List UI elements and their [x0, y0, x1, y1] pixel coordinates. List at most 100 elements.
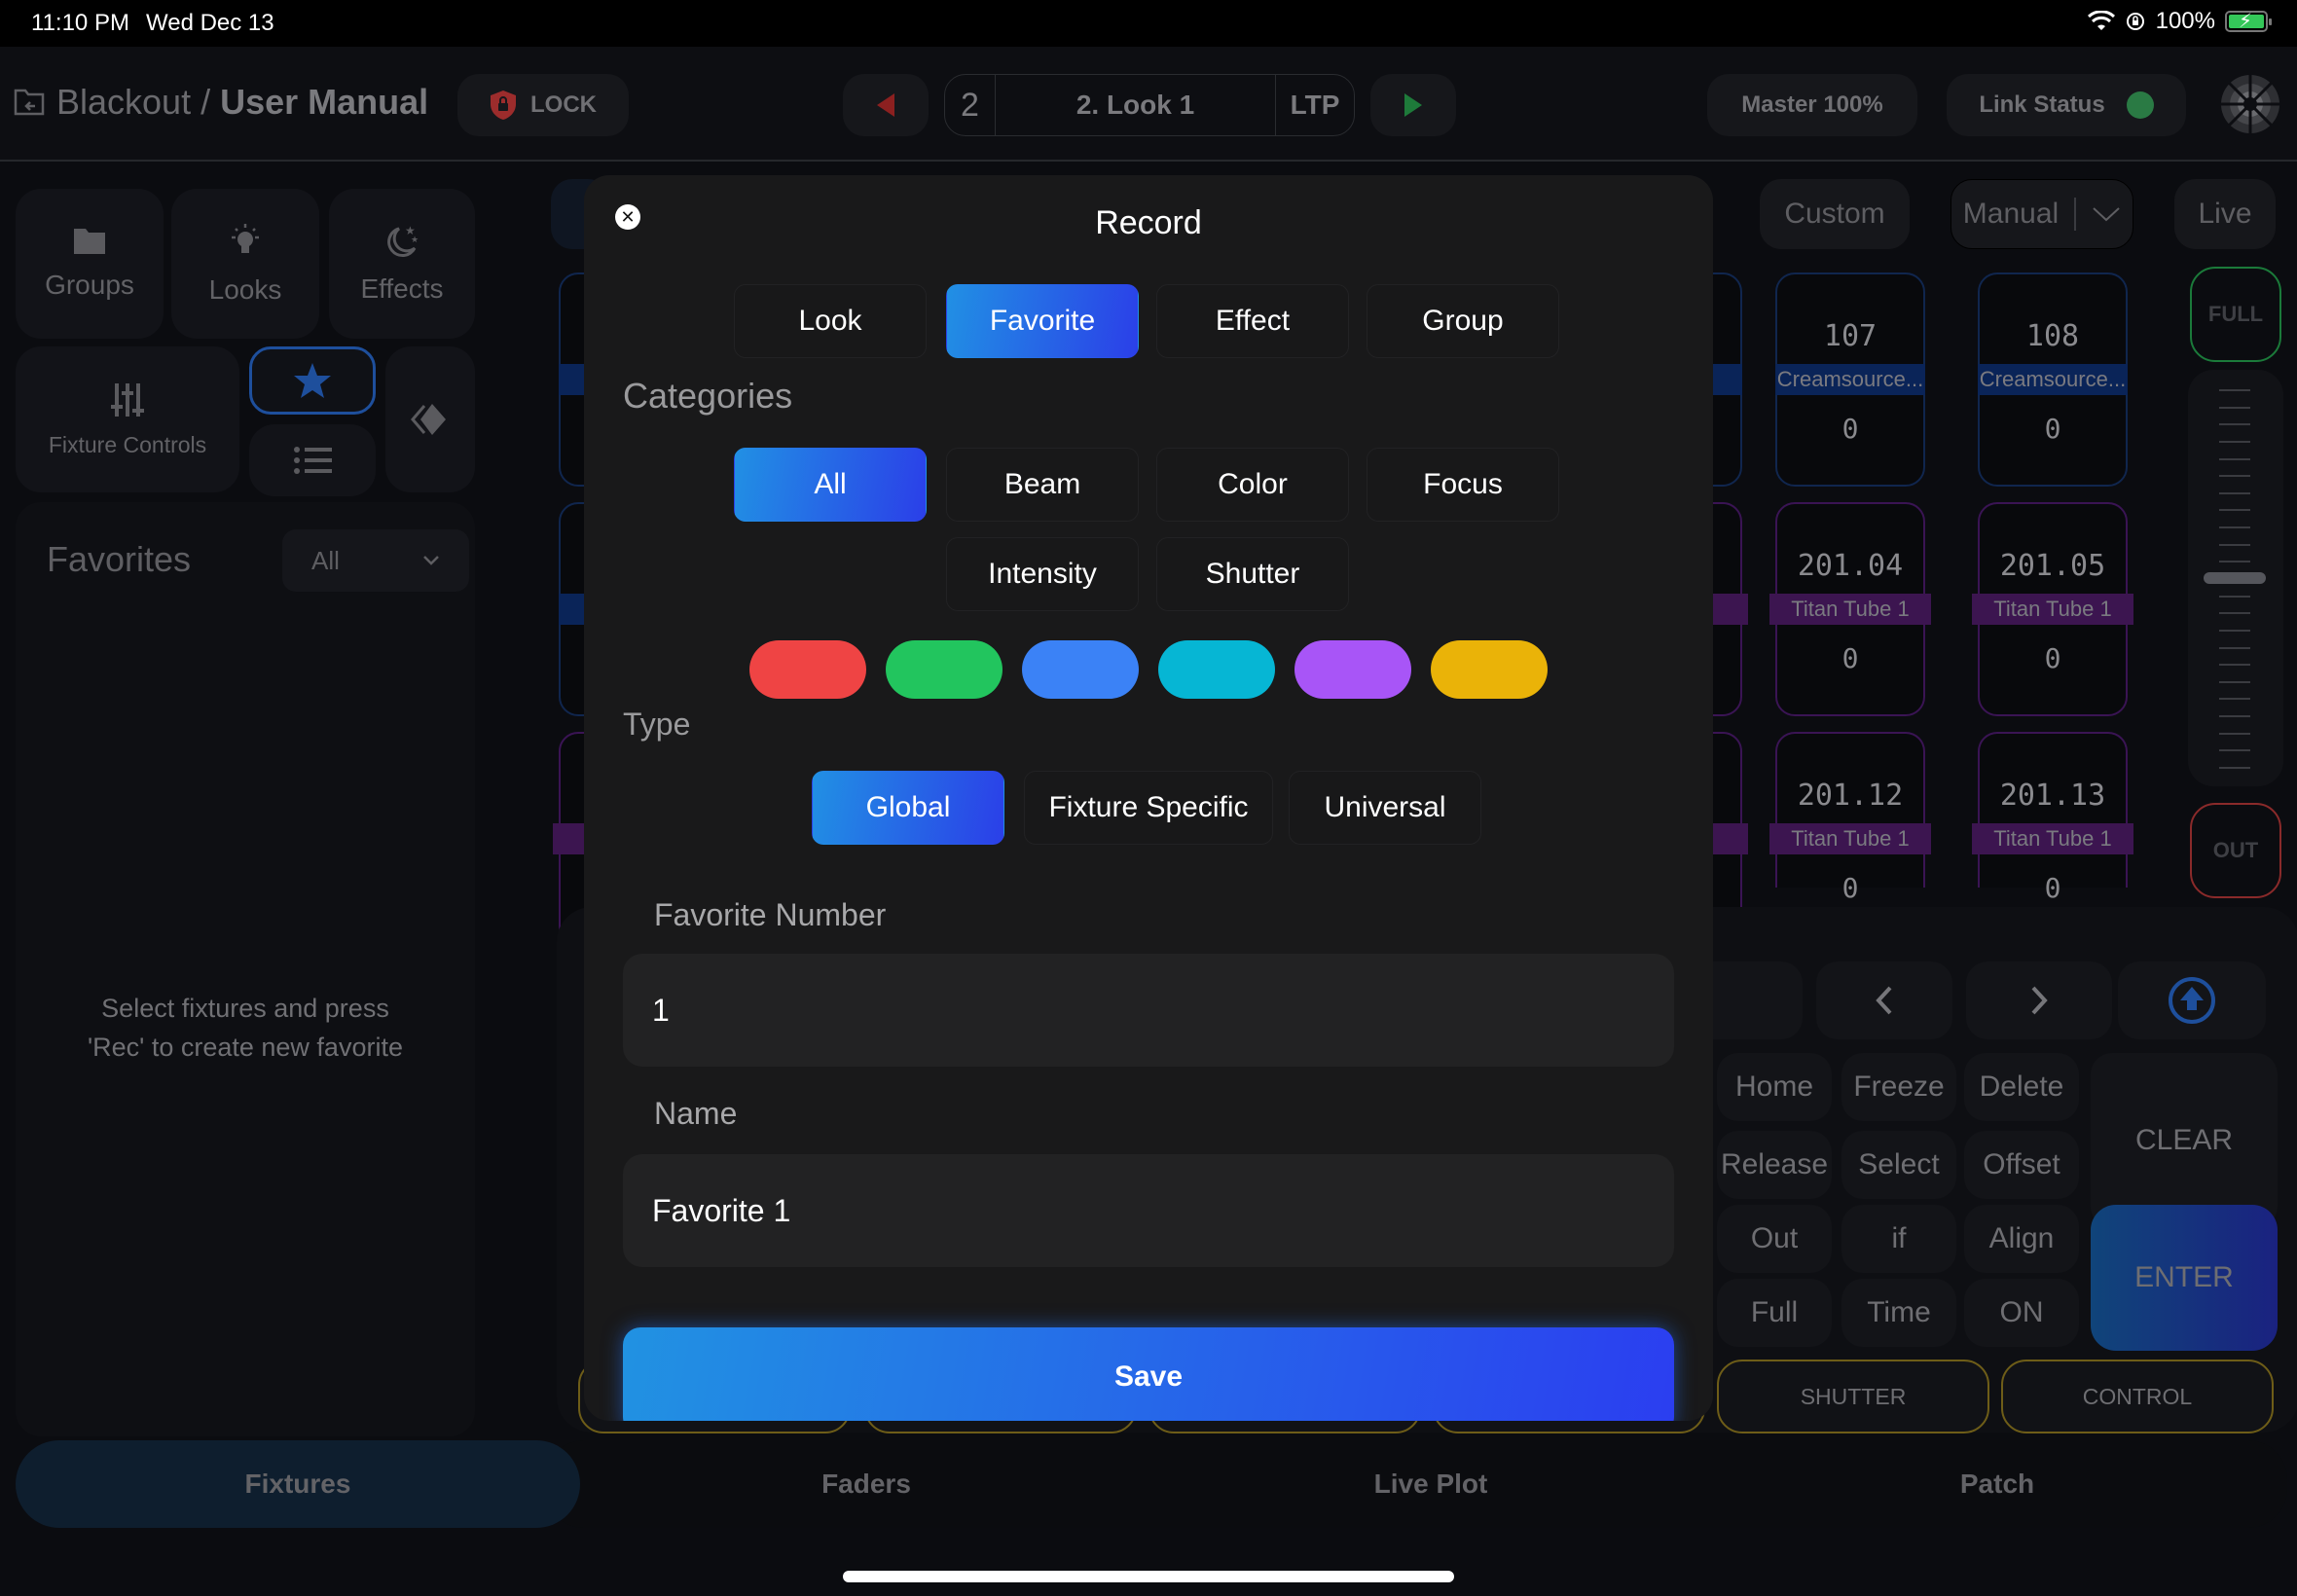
name-input[interactable] — [623, 1154, 1674, 1267]
keypad-up-button[interactable] — [2118, 961, 2266, 1039]
category-intensity-label: Intensity — [988, 558, 1097, 590]
color-swatch[interactable] — [1431, 640, 1548, 699]
tile-looks[interactable]: Looks — [171, 189, 319, 339]
keypad-key[interactable]: Home — [1717, 1053, 1832, 1121]
fixture-card[interactable]: 201.04 Titan Tube 1 0 — [1769, 502, 1931, 716]
tab-fixtures[interactable]: Fixtures — [16, 1440, 580, 1528]
tile-diamond[interactable] — [385, 346, 475, 492]
type-fixture-specific[interactable]: Fixture Specific — [1024, 771, 1273, 845]
color-swatch[interactable] — [749, 640, 866, 699]
fixture-card[interactable]: 107 Creamsource... 0 — [1775, 272, 1925, 487]
keypad-right-button[interactable] — [1966, 961, 2112, 1039]
keypad-key[interactable]: ON — [1964, 1279, 2079, 1347]
battery-percent: 100% — [2155, 8, 2215, 34]
breadcrumb-parent[interactable]: Blackout — [56, 82, 191, 123]
category-color[interactable]: Color — [1156, 448, 1349, 522]
diamond-layers-icon — [411, 404, 446, 435]
view-manual-dropdown[interactable]: Manual — [1951, 179, 2133, 249]
record-type-look-label: Look — [798, 305, 862, 337]
tab-live-plot[interactable]: Live Plot — [1148, 1440, 1713, 1528]
app-screen: 11:10 PM Wed Dec 13 100% ⚡ Blackout / Us… — [0, 0, 2297, 1596]
keypad-left-button[interactable] — [1816, 961, 1952, 1039]
tile-favorites[interactable] — [249, 346, 376, 415]
tile-fixture-controls[interactable]: Fixture Controls — [16, 346, 239, 492]
view-live-button[interactable]: Live — [2174, 179, 2276, 249]
fixture-value: 0 — [1841, 872, 1859, 904]
empty-line-1: Select fixtures and press — [101, 994, 389, 1023]
view-custom-button[interactable]: Custom — [1760, 179, 1910, 249]
tile-groups-label: Groups — [45, 270, 134, 300]
type-global[interactable]: Global — [812, 771, 1004, 845]
control-button[interactable]: CONTROL — [2001, 1360, 2274, 1433]
fixture-card[interactable]: 201.05 Titan Tube 1 0 — [1972, 502, 2133, 716]
cue-mode[interactable]: LTP — [1276, 75, 1354, 135]
category-all[interactable]: All — [734, 448, 927, 522]
save-button[interactable]: Save — [623, 1327, 1674, 1421]
battery-charging-icon: ⚡ — [2225, 11, 2272, 32]
record-type-favorite[interactable]: Favorite — [946, 284, 1139, 358]
tab-patch[interactable]: Patch — [1715, 1440, 2279, 1528]
category-beam-label: Beam — [1003, 468, 1081, 500]
previous-cue-button[interactable] — [843, 74, 929, 136]
category-shutter[interactable]: Shutter — [1156, 537, 1349, 611]
category-focus[interactable]: Focus — [1367, 448, 1559, 522]
favorite-number-input[interactable] — [623, 954, 1674, 1067]
favorites-filter-select[interactable]: All — [282, 529, 469, 592]
record-type-look[interactable]: Look — [734, 284, 927, 358]
cue-display[interactable]: 2 2. Look 1 LTP — [944, 74, 1355, 136]
color-swatch[interactable] — [1022, 640, 1139, 699]
keypad-key[interactable]: Release — [1717, 1131, 1832, 1199]
favorites-panel: Favorites All Select fixtures and press … — [16, 502, 475, 1436]
lock-button[interactable]: LOCK — [457, 74, 629, 136]
fader-tick — [2219, 698, 2250, 701]
keypad-key[interactable]: if — [1841, 1205, 1956, 1273]
master-fader[interactable] — [2188, 370, 2283, 786]
color-swatch[interactable] — [886, 640, 1003, 699]
keypad-key[interactable]: Full — [1717, 1279, 1832, 1347]
home-indicator[interactable] — [843, 1571, 1454, 1582]
view-live-label: Live — [2198, 198, 2252, 230]
fader-tick — [2219, 612, 2250, 615]
category-beam[interactable]: Beam — [946, 448, 1139, 522]
tab-fixtures-label: Fixtures — [244, 1469, 351, 1499]
color-swatch[interactable] — [1294, 640, 1411, 699]
tile-effects[interactable]: ★ ★ Effects — [329, 189, 475, 339]
shutter-button[interactable]: SHUTTER — [1717, 1360, 1989, 1433]
fader-full-button[interactable]: FULL — [2190, 267, 2281, 362]
tile-groups[interactable]: Groups — [16, 189, 164, 339]
keypad-key[interactable]: Select — [1841, 1131, 1956, 1199]
color-swatch[interactable] — [1158, 640, 1275, 699]
fixture-card[interactable]: 108 Creamsource... 0 — [1978, 272, 2128, 487]
record-type-effect[interactable]: Effect — [1156, 284, 1349, 358]
record-type-group[interactable]: Group — [1367, 284, 1559, 358]
lock-label: LOCK — [530, 91, 597, 118]
keypad-key[interactable]: Out — [1717, 1205, 1832, 1273]
fixture-card[interactable]: 201.13 Titan Tube 1 0 — [1972, 732, 2133, 904]
fader-out-button[interactable]: OUT — [2190, 803, 2281, 898]
master-button[interactable]: Master 100% — [1707, 74, 1917, 136]
category-intensity[interactable]: Intensity — [946, 537, 1139, 611]
tab-patch-label: Patch — [1959, 1469, 2035, 1499]
fader-thumb[interactable] — [2204, 572, 2266, 584]
fader-tick — [2219, 423, 2250, 426]
fixture-value: 0 — [1841, 413, 1859, 445]
breadcrumb[interactable]: Blackout / User Manual — [14, 82, 428, 123]
settings-wheel-icon[interactable] — [2219, 73, 2281, 135]
next-cue-button[interactable] — [1370, 74, 1456, 136]
keypad-key[interactable]: Time — [1841, 1279, 1956, 1347]
fader-tick — [2219, 526, 2250, 529]
keypad-clear-button[interactable]: CLEAR — [2091, 1053, 2278, 1228]
tile-list-view[interactable] — [249, 424, 376, 496]
fixture-number: 108 — [2025, 319, 2080, 353]
tab-faders[interactable]: Faders — [584, 1440, 1148, 1528]
keypad-key[interactable]: Freeze — [1841, 1053, 1956, 1121]
keypad-key[interactable]: Align — [1964, 1205, 2079, 1273]
fader-tick — [2219, 646, 2250, 649]
star-icon — [294, 363, 331, 398]
keypad-enter-button[interactable]: ENTER — [2091, 1205, 2278, 1351]
link-status-button[interactable]: Link Status — [1947, 74, 2186, 136]
fixture-card[interactable]: 201.12 Titan Tube 1 0 — [1769, 732, 1931, 904]
type-universal[interactable]: Universal — [1289, 771, 1481, 845]
keypad-key[interactable]: Offset — [1964, 1131, 2079, 1199]
keypad-key[interactable]: Delete — [1964, 1053, 2079, 1121]
